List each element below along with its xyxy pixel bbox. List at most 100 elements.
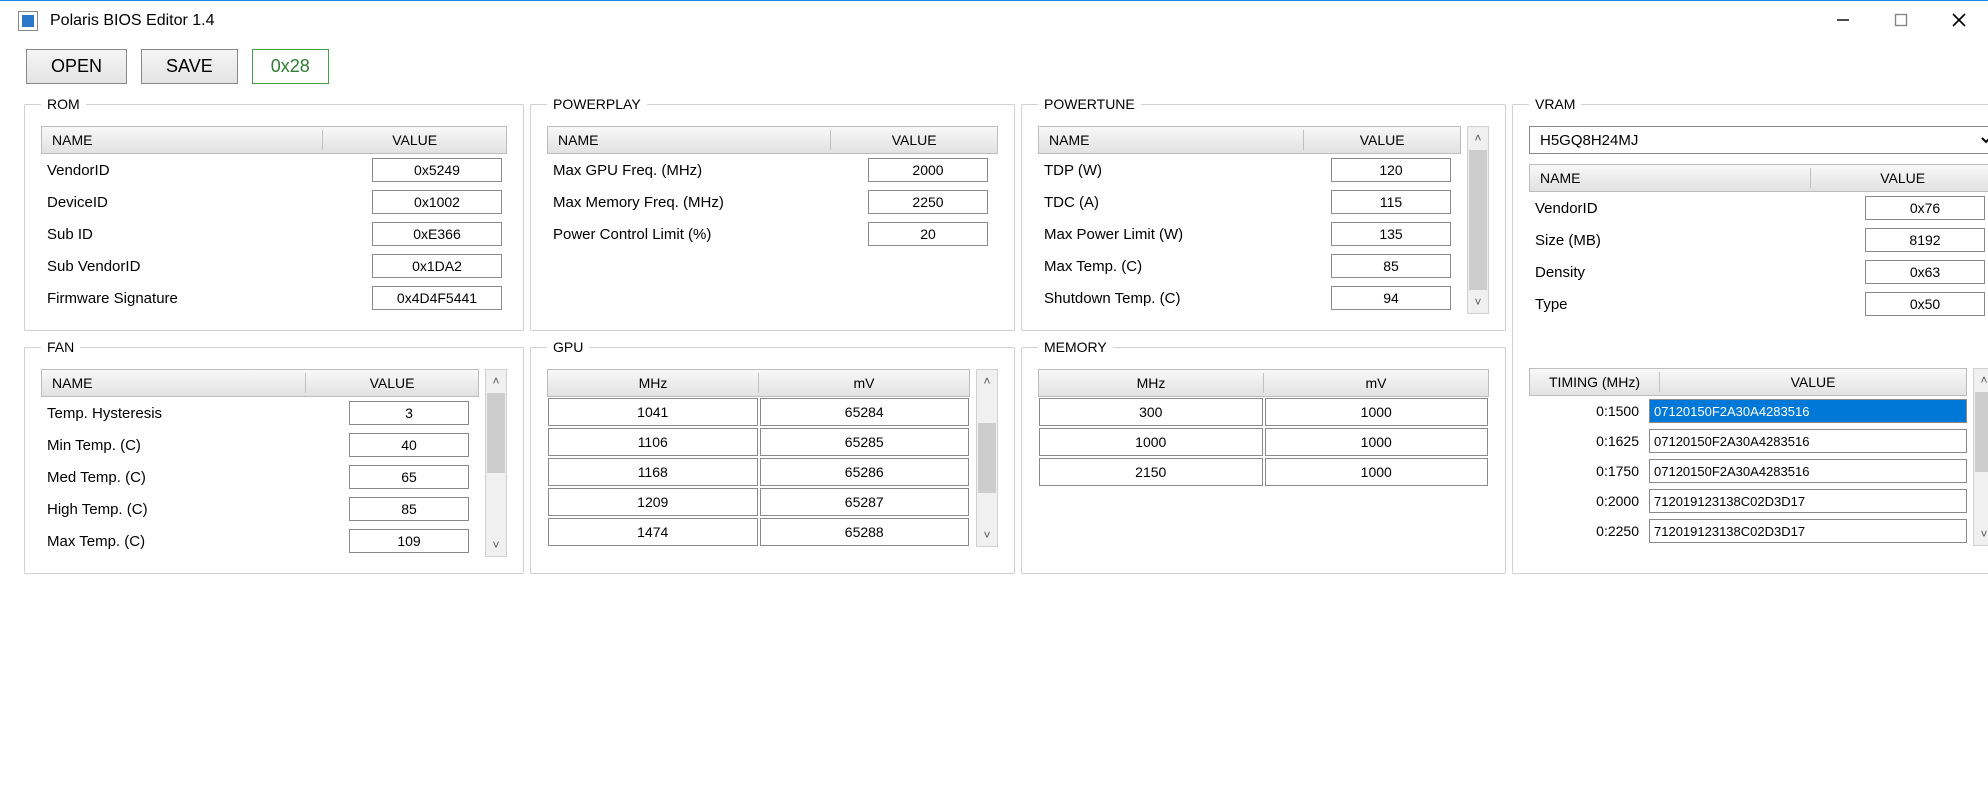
gpu-mv[interactable]: 65284 xyxy=(760,398,970,426)
fan-value[interactable]: 85 xyxy=(349,497,469,521)
gpu-mhz[interactable]: 1209 xyxy=(548,488,758,516)
powertune-value[interactable]: 85 xyxy=(1331,254,1451,278)
rom-row: Firmware Signature0x4D4F5441 xyxy=(41,282,507,314)
powerplay-name: Power Control Limit (%) xyxy=(547,226,858,243)
powertune-legend: POWERTUNE xyxy=(1038,96,1141,112)
vram-value[interactable]: 8192 xyxy=(1865,228,1985,252)
fan-value[interactable]: 109 xyxy=(349,529,469,553)
vram-row: Type0x50 xyxy=(1529,288,1988,320)
gpu-row: 120965287 xyxy=(547,487,970,517)
timing-value[interactable]: 07120150F2A30A4283516 xyxy=(1649,429,1967,453)
powertune-header-value: VALUE xyxy=(1304,130,1460,150)
memory-mhz[interactable]: 1000 xyxy=(1039,428,1263,456)
gpu-mv[interactable]: 65288 xyxy=(760,518,970,546)
scroll-thumb[interactable] xyxy=(1469,150,1487,290)
scroll-up-icon[interactable]: ˄ xyxy=(1468,127,1488,149)
scroll-down-icon[interactable]: ˅ xyxy=(977,524,997,546)
gpu-scrollbar[interactable]: ˄ ˅ xyxy=(976,369,998,547)
powerplay-value[interactable]: 20 xyxy=(868,222,988,246)
timing-value[interactable]: 07120150F2A30A4283516 xyxy=(1649,459,1967,483)
maximize-button[interactable] xyxy=(1872,1,1930,39)
vram-group: VRAM H5GQ8H24MJ NAME VALUE VendorID0x76S… xyxy=(1512,96,1988,574)
powerplay-value[interactable]: 2250 xyxy=(868,190,988,214)
timing-value[interactable]: 07120150F2A30A4283516 xyxy=(1649,399,1967,423)
powertune-name: Max Power Limit (W) xyxy=(1038,226,1321,243)
timing-header-timing: TIMING (MHz) xyxy=(1530,372,1660,392)
timing-scrollbar[interactable]: ˄ ˅ xyxy=(1973,368,1988,546)
gpu-mv[interactable]: 65286 xyxy=(760,458,970,486)
vram-row: VendorID0x76 xyxy=(1529,192,1988,224)
scroll-thumb[interactable] xyxy=(1975,392,1988,472)
memory-mhz[interactable]: 300 xyxy=(1039,398,1263,426)
timing-label: 0:2000 xyxy=(1529,493,1649,509)
vram-module-select[interactable]: H5GQ8H24MJ xyxy=(1529,126,1988,154)
fan-value[interactable]: 65 xyxy=(349,465,469,489)
vram-value[interactable]: 0x50 xyxy=(1865,292,1985,316)
rom-row: Sub VendorID 0x1DA2 xyxy=(41,250,507,282)
open-button[interactable]: OPEN xyxy=(26,49,127,84)
rom-value[interactable]: 0xE366 xyxy=(372,222,502,246)
timing-label: 0:1625 xyxy=(1529,433,1649,449)
powertune-row: Shutdown Temp. (C)94 xyxy=(1038,282,1461,314)
scroll-thumb[interactable] xyxy=(487,393,505,473)
gpu-mhz[interactable]: 1168 xyxy=(548,458,758,486)
powerplay-group: POWERPLAY NAME VALUE Max GPU Freq. (MHz)… xyxy=(530,96,1015,331)
vram-value[interactable]: 0x76 xyxy=(1865,196,1985,220)
timing-value[interactable]: 712019123138C02D3D17 xyxy=(1649,489,1967,513)
scroll-up-icon[interactable]: ˄ xyxy=(486,370,506,392)
titlebar: Polaris BIOS Editor 1.4 xyxy=(0,1,1988,41)
gpu-header-mv: mV xyxy=(759,373,969,393)
powerplay-value[interactable]: 2000 xyxy=(868,158,988,182)
rom-row: VendorID0x5249 xyxy=(41,154,507,186)
powertune-name: TDC (A) xyxy=(1038,194,1321,211)
fan-scrollbar[interactable]: ˄ ˅ xyxy=(485,369,507,557)
window-title: Polaris BIOS Editor 1.4 xyxy=(50,12,215,30)
timing-row: 0:150007120150F2A30A4283516 xyxy=(1529,396,1967,426)
memory-mv[interactable]: 1000 xyxy=(1265,428,1489,456)
timing-label: 0:1750 xyxy=(1529,463,1649,479)
fan-value[interactable]: 3 xyxy=(349,401,469,425)
scroll-thumb[interactable] xyxy=(978,423,996,493)
scroll-down-icon[interactable]: ˅ xyxy=(486,534,506,556)
rom-value[interactable]: 0x5249 xyxy=(372,158,502,182)
rom-legend: ROM xyxy=(41,96,86,112)
gpu-group: GPU MHz mV 10416528411066528511686528612… xyxy=(530,339,1015,574)
rom-value[interactable]: 0x4D4F5441 xyxy=(372,286,502,310)
timing-value[interactable]: 712019123138C02D3D17 xyxy=(1649,519,1967,543)
vram-value[interactable]: 0x63 xyxy=(1865,260,1985,284)
rom-value[interactable]: 0x1002 xyxy=(372,190,502,214)
memory-legend: MEMORY xyxy=(1038,339,1113,355)
rom-name: Sub VendorID xyxy=(41,258,367,275)
powertune-row: TDP (W)120 xyxy=(1038,154,1461,186)
close-button[interactable] xyxy=(1930,1,1988,39)
scroll-down-icon[interactable]: ˅ xyxy=(1974,523,1988,545)
memory-mhz[interactable]: 2150 xyxy=(1039,458,1263,486)
fan-row: Temp. Hysteresis3 xyxy=(41,397,479,429)
gpu-mv[interactable]: 65285 xyxy=(760,428,970,456)
scroll-down-icon[interactable]: ˅ xyxy=(1468,291,1488,313)
gpu-mhz[interactable]: 1041 xyxy=(548,398,758,426)
rom-value[interactable]: 0x1DA2 xyxy=(372,254,502,278)
save-button[interactable]: SAVE xyxy=(141,49,238,84)
fan-header-name: NAME xyxy=(42,373,306,393)
fan-value[interactable]: 40 xyxy=(349,433,469,457)
scroll-up-icon[interactable]: ˄ xyxy=(977,370,997,392)
powerplay-legend: POWERPLAY xyxy=(547,96,647,112)
powertune-value[interactable]: 120 xyxy=(1331,158,1451,182)
vram-header-name: NAME xyxy=(1530,168,1811,188)
gpu-mhz[interactable]: 1474 xyxy=(548,518,758,546)
gpu-mhz[interactable]: 1106 xyxy=(548,428,758,456)
powertune-scrollbar[interactable]: ˄ ˅ xyxy=(1467,126,1489,314)
gpu-mv[interactable]: 65287 xyxy=(760,488,970,516)
powertune-row: TDC (A) 115 xyxy=(1038,186,1461,218)
powertune-value[interactable]: 94 xyxy=(1331,286,1451,310)
memory-header-mhz: MHz xyxy=(1039,373,1264,393)
minimize-button[interactable] xyxy=(1814,1,1872,39)
timing-row: 0:162507120150F2A30A4283516 xyxy=(1529,426,1967,456)
scroll-up-icon[interactable]: ˄ xyxy=(1974,369,1988,391)
vram-header-value: VALUE xyxy=(1811,168,1988,188)
memory-mv[interactable]: 1000 xyxy=(1265,398,1489,426)
powertune-value[interactable]: 135 xyxy=(1331,222,1451,246)
memory-mv[interactable]: 1000 xyxy=(1265,458,1489,486)
powertune-value[interactable]: 115 xyxy=(1331,190,1451,214)
